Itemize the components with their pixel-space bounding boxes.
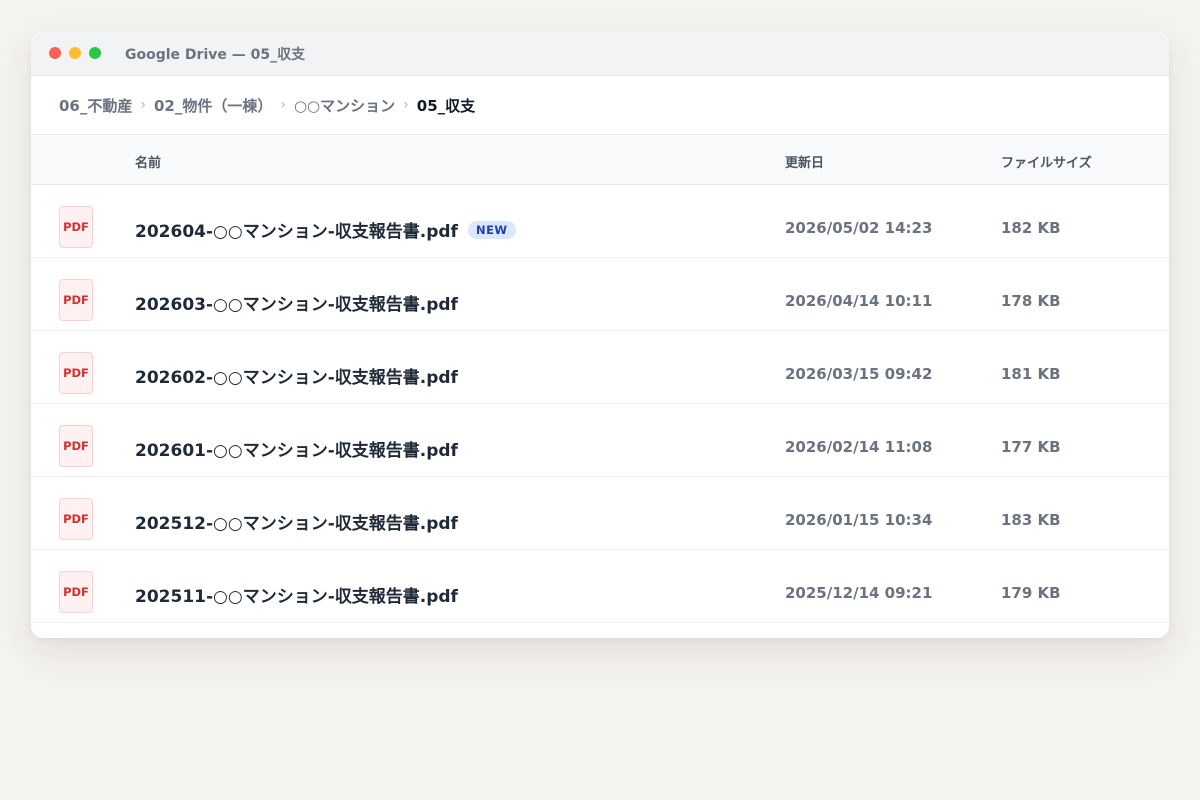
breadcrumb-item-mansion[interactable]: ○○マンション (294, 95, 395, 116)
breadcrumb: 06_不動産 › 02_物件（一棟） › ○○マンション › 05_収支 (31, 76, 1169, 135)
file-name-cell[interactable]: 202604-○○マンション-収支報告書.pdf NEW (135, 217, 516, 242)
file-name: 202604-○○マンション-収支報告書.pdf (135, 222, 458, 242)
modified-date: 2026/04/14 10:11 (785, 292, 933, 310)
breadcrumb-item-property[interactable]: 02_物件（一棟） (154, 95, 272, 116)
file-name: 202511-○○マンション-収支報告書.pdf (135, 587, 458, 607)
close-window-button[interactable] (49, 47, 61, 59)
table-row[interactable]: PDF 202512-○○マンション-収支報告書.pdf 2026/01/15 … (31, 477, 1169, 550)
column-header-modified[interactable]: 更新日 (785, 152, 824, 171)
file-size: 178 KB (1001, 292, 1061, 310)
pdf-file-icon: PDF (59, 498, 93, 540)
maximize-window-button[interactable] (89, 47, 101, 59)
new-badge: NEW (467, 220, 516, 239)
table-row[interactable]: PDF 202603-○○マンション-収支報告書.pdf 2026/04/14 … (31, 258, 1169, 331)
file-name-cell[interactable]: 202603-○○マンション-収支報告書.pdf (135, 290, 458, 315)
pdf-file-icon: PDF (59, 425, 93, 467)
chevron-right-icon: › (140, 97, 146, 113)
table-header: 名前 更新日 ファイルサイズ (31, 136, 1169, 185)
table-row[interactable]: PDF 202601-○○マンション-収支報告書.pdf 2026/02/14 … (31, 404, 1169, 477)
modified-date: 2026/01/15 10:34 (785, 511, 933, 529)
file-size: 177 KB (1001, 438, 1061, 456)
title-bar: Google Drive — 05_収支 (31, 31, 1169, 76)
modified-date: 2025/12/14 09:21 (785, 584, 933, 602)
file-name: 202603-○○マンション-収支報告書.pdf (135, 295, 458, 315)
table-row[interactable]: PDF 202511-○○マンション-収支報告書.pdf 2025/12/14 … (31, 550, 1169, 623)
file-list: PDF 202604-○○マンション-収支報告書.pdf NEW 2026/05… (31, 185, 1169, 623)
pdf-file-icon: PDF (59, 206, 93, 248)
file-size: 183 KB (1001, 511, 1061, 529)
window-title: Google Drive — 05_収支 (125, 47, 306, 63)
pdf-file-icon: PDF (59, 279, 93, 321)
modified-date: 2026/05/02 14:23 (785, 219, 933, 237)
file-name: 202512-○○マンション-収支報告書.pdf (135, 514, 458, 534)
column-header-name[interactable]: 名前 (135, 152, 161, 171)
file-name: 202601-○○マンション-収支報告書.pdf (135, 441, 458, 461)
column-header-size[interactable]: ファイルサイズ (1001, 152, 1092, 171)
file-name-cell[interactable]: 202512-○○マンション-収支報告書.pdf (135, 509, 458, 534)
pdf-file-icon: PDF (59, 352, 93, 394)
file-size: 182 KB (1001, 219, 1061, 237)
file-size: 181 KB (1001, 365, 1061, 383)
modified-date: 2026/03/15 09:42 (785, 365, 933, 383)
breadcrumb-item-real-estate[interactable]: 06_不動産 (59, 95, 132, 116)
browser-window: Google Drive — 05_収支 06_不動産 › 02_物件（一棟） … (31, 31, 1169, 638)
file-name-cell[interactable]: 202602-○○マンション-収支報告書.pdf (135, 363, 458, 388)
chevron-right-icon: › (403, 97, 409, 113)
modified-date: 2026/02/14 11:08 (785, 438, 933, 456)
file-name-cell[interactable]: 202601-○○マンション-収支報告書.pdf (135, 436, 458, 461)
pdf-file-icon: PDF (59, 571, 93, 613)
file-name: 202602-○○マンション-収支報告書.pdf (135, 368, 458, 388)
file-size: 179 KB (1001, 584, 1061, 602)
table-row[interactable]: PDF 202602-○○マンション-収支報告書.pdf 2026/03/15 … (31, 331, 1169, 404)
file-name-cell[interactable]: 202511-○○マンション-収支報告書.pdf (135, 582, 458, 607)
table-row[interactable]: PDF 202604-○○マンション-収支報告書.pdf NEW 2026/05… (31, 185, 1169, 258)
chevron-right-icon: › (280, 97, 286, 113)
breadcrumb-item-current: 05_収支 (416, 96, 476, 115)
minimize-window-button[interactable] (69, 47, 81, 59)
